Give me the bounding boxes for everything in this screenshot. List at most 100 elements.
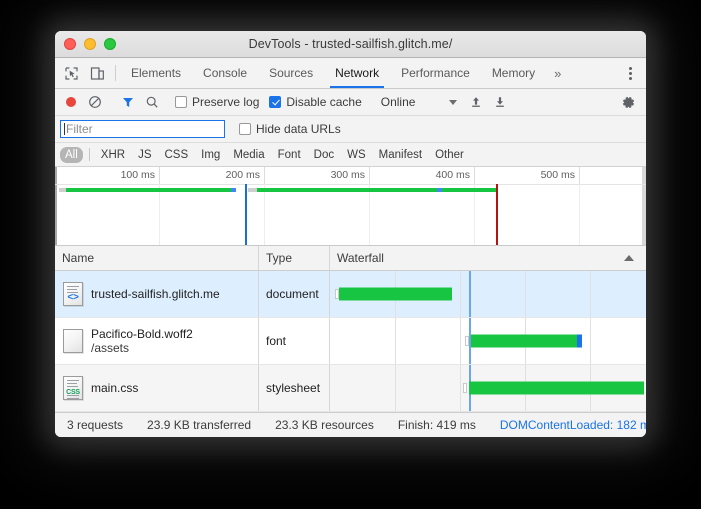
hide-data-urls-box: [239, 123, 251, 135]
request-waterfall-cell: [330, 271, 646, 317]
request-name-cell: CSS main.css: [55, 365, 259, 411]
table-row[interactable]: <> trusted-sailfish.glitch.me document: [55, 271, 646, 318]
disable-cache-box: [269, 96, 281, 108]
status-transferred: 23.9 KB transferred: [147, 418, 251, 432]
clear-icon[interactable]: [85, 93, 105, 111]
filter-funnel-icon[interactable]: [118, 93, 138, 111]
overview-gridline: [369, 184, 370, 245]
column-header-waterfall[interactable]: Waterfall: [330, 246, 646, 270]
overview-load-line: [496, 184, 498, 245]
tab-sources-label: Sources: [269, 66, 313, 80]
request-name-text: trusted-sailfish.glitch.me: [91, 287, 220, 301]
table-row[interactable]: CSS main.css stylesheet: [55, 365, 646, 412]
request-waterfall-cell: [330, 318, 646, 364]
network-overview[interactable]: 100 ms 200 ms 300 ms 400 ms 500 ms: [55, 167, 646, 246]
tab-memory[interactable]: Memory: [481, 58, 546, 88]
overview-dcl-line: [245, 184, 247, 245]
import-har-icon[interactable]: [466, 93, 486, 111]
overview-bar-queue-2: [248, 188, 257, 192]
disable-cache-checkbox[interactable]: Disable cache: [269, 95, 361, 109]
overview-tick-label-300: 300 ms: [331, 169, 369, 181]
gear-icon[interactable]: [618, 93, 638, 111]
type-filter-manifest[interactable]: Manifest: [374, 147, 427, 163]
requests-table-body: <> trusted-sailfish.glitch.me document: [55, 271, 646, 412]
screenshot-root: DevTools - trusted-sailfish.glitch.me/: [0, 0, 701, 509]
device-toolbar-icon[interactable]: [89, 65, 105, 81]
panel-tabs: Elements Console Sources Network Perform…: [120, 58, 569, 88]
kebab-menu-icon[interactable]: [619, 67, 641, 80]
tabbar-tool-icons: [55, 58, 111, 88]
type-filter-all[interactable]: All: [60, 147, 83, 163]
overview-tick-label-400: 400 ms: [436, 169, 474, 181]
column-header-type[interactable]: Type: [259, 246, 330, 270]
css-file-icon: CSS: [63, 376, 83, 400]
request-waterfall-cell: [330, 365, 646, 411]
waterfall-bar: [471, 335, 577, 348]
request-name-text: main.css: [91, 381, 138, 395]
status-resources: 23.3 KB resources: [275, 418, 374, 432]
type-filter-media[interactable]: Media: [228, 147, 269, 163]
sort-ascending-icon: [624, 255, 634, 261]
hide-data-urls-label: Hide data URLs: [256, 122, 341, 136]
overview-gridline: [474, 184, 475, 245]
resource-type-filters: All XHR JS CSS Img Media Font Doc WS Man…: [55, 143, 646, 167]
status-dom-content-loaded: DOMContentLoaded: 182 ms: [500, 418, 646, 432]
type-filter-ws[interactable]: WS: [342, 147, 371, 163]
requests-table-header: Name Type Waterfall: [55, 246, 646, 271]
preserve-log-box: [175, 96, 187, 108]
tabbar-divider: [115, 65, 116, 81]
request-name-cell: Pacifico-Bold.woff2 /assets: [55, 318, 259, 364]
tab-network[interactable]: Network: [324, 58, 390, 88]
inspect-element-icon[interactable]: [63, 65, 79, 81]
tab-elements[interactable]: Elements: [120, 58, 192, 88]
overview-bar-request-2: [257, 188, 437, 192]
tab-elements-label: Elements: [131, 66, 181, 80]
type-filter-doc[interactable]: Doc: [309, 147, 339, 163]
type-filter-other[interactable]: Other: [430, 147, 469, 163]
export-har-icon[interactable]: [490, 93, 510, 111]
font-file-icon: [63, 329, 83, 353]
waterfall-dcl-line: [469, 271, 471, 317]
overview-bar-queue-1: [59, 188, 66, 192]
overview-bar-request-1: [66, 188, 231, 192]
overview-tick: [159, 167, 160, 184]
overview-tick: [369, 167, 370, 184]
filter-row: Filter Hide data URLs: [55, 116, 646, 143]
devtools-tabbar: Elements Console Sources Network Perform…: [55, 58, 646, 89]
column-header-waterfall-label: Waterfall: [337, 251, 384, 265]
overview-gridline: [159, 184, 160, 245]
tab-console-label: Console: [203, 66, 247, 80]
search-input[interactable]: Filter: [60, 120, 225, 138]
preserve-log-checkbox[interactable]: Preserve log: [175, 95, 259, 109]
network-toolbar: Preserve log Disable cache Online: [55, 89, 646, 116]
request-type-cell: document: [259, 271, 330, 317]
overview-gridline: [264, 184, 265, 245]
overview-gridline: [579, 184, 580, 245]
waterfall-bar: [339, 288, 452, 301]
tab-console[interactable]: Console: [192, 58, 258, 88]
type-filter-img[interactable]: Img: [196, 147, 225, 163]
preserve-log-label: Preserve log: [192, 95, 259, 109]
overview-tick-label-100: 100 ms: [121, 169, 159, 181]
tab-performance[interactable]: Performance: [390, 58, 481, 88]
request-name-text: Pacifico-Bold.woff2 /assets: [91, 327, 193, 355]
request-name-cell: <> trusted-sailfish.glitch.me: [55, 271, 259, 317]
request-type-cell: font: [259, 318, 330, 364]
hide-data-urls-checkbox[interactable]: Hide data URLs: [239, 122, 341, 136]
search-icon[interactable]: [142, 93, 162, 111]
waterfall-bar: [469, 382, 644, 395]
type-filter-css[interactable]: CSS: [159, 147, 193, 163]
network-toolbar-right: [609, 93, 646, 111]
column-header-name[interactable]: Name: [55, 246, 259, 270]
search-input-placeholder: Filter: [66, 122, 93, 136]
more-tabs-button[interactable]: »: [546, 58, 569, 88]
table-row[interactable]: Pacifico-Bold.woff2 /assets font: [55, 318, 646, 365]
throttling-select[interactable]: Online: [381, 95, 458, 109]
disable-cache-label: Disable cache: [286, 95, 361, 109]
record-button-icon[interactable]: [61, 93, 81, 111]
type-filter-js[interactable]: JS: [133, 147, 156, 163]
tab-sources[interactable]: Sources: [258, 58, 324, 88]
type-filter-xhr[interactable]: XHR: [96, 147, 130, 163]
overview-tick-label-500: 500 ms: [541, 169, 579, 181]
type-filter-font[interactable]: Font: [273, 147, 306, 163]
